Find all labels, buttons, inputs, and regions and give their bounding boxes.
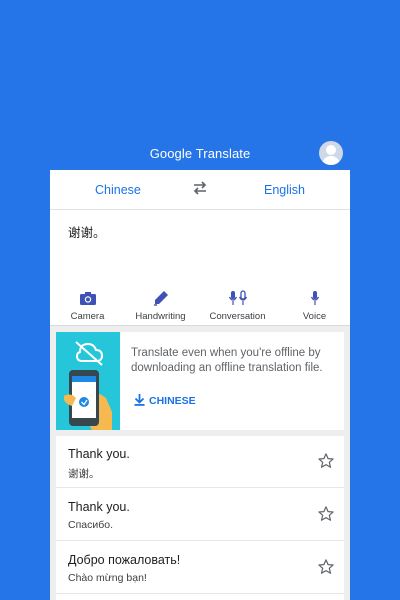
logo-google-text: Google: [149, 146, 193, 161]
history-translation-text: Спасибо.: [68, 519, 113, 531]
phone-offline-illustration-icon: [64, 341, 112, 430]
input-text[interactable]: 谢谢。: [68, 222, 106, 241]
translate-panel: Chinese English 谢谢。 Camera Handwriting C…: [50, 170, 350, 600]
camera-button[interactable]: Camera: [50, 290, 125, 322]
offline-message: Translate even when you're offline by do…: [131, 347, 323, 374]
conversation-label: Conversation: [209, 311, 266, 322]
voice-button[interactable]: Voice: [277, 290, 350, 322]
swap-arrows-icon: [193, 181, 207, 195]
star-outline-icon[interactable]: [317, 558, 335, 576]
target-language-button[interactable]: English: [264, 183, 305, 197]
history-source-text: Добро пожаловать!: [68, 553, 181, 567]
star-outline-icon[interactable]: [317, 505, 335, 523]
history-source-text: Thank you.: [68, 447, 130, 461]
star-outline-icon[interactable]: [317, 452, 335, 470]
double-mic-icon: [228, 290, 247, 305]
download-chinese-button[interactable]: CHINESE: [134, 394, 196, 407]
swap-languages-icon[interactable]: [191, 181, 209, 199]
offline-promo-card: Translate even when you're offline by do…: [56, 332, 344, 430]
history-item[interactable]: Thank you. 谢谢。: [56, 436, 344, 488]
input-area[interactable]: 谢谢。 Camera Handwriting Conversation Voic…: [50, 210, 350, 326]
history-list: Thank you. 谢谢。 Thank you. Спасибо. Добро…: [56, 436, 344, 600]
camera-label: Camera: [70, 311, 105, 322]
logo-translate-text: Translate: [195, 146, 251, 161]
handwriting-button[interactable]: Handwriting: [123, 290, 198, 322]
history-translation-text: Chào mừng bạn!: [68, 572, 147, 584]
download-label: CHINESE: [149, 395, 196, 407]
offline-illustration: [56, 332, 120, 430]
camera-icon: [79, 292, 96, 305]
input-tools: Camera Handwriting Conversation Voice: [50, 290, 350, 326]
history-item[interactable]: Добро пожаловать! Chào mừng bạn!: [56, 542, 344, 594]
app-header: Google Translate: [0, 140, 400, 170]
avatar-body-icon: [322, 156, 340, 165]
history-translation-text: 谢谢。: [68, 468, 100, 480]
history-source-text: Thank you.: [68, 500, 130, 514]
source-language-button[interactable]: Chinese: [95, 183, 141, 197]
voice-label: Voice: [302, 311, 327, 322]
pen-icon: [153, 291, 168, 306]
avatar-head-icon: [326, 145, 336, 155]
language-bar: Chinese English: [50, 170, 350, 210]
history-item[interactable]: Thank you. Спасибо.: [56, 489, 344, 541]
handwriting-label: Handwriting: [135, 311, 186, 322]
conversation-button[interactable]: Conversation: [200, 290, 275, 322]
download-icon: [134, 394, 145, 406]
mic-icon: [310, 291, 319, 305]
account-avatar[interactable]: [319, 141, 343, 165]
